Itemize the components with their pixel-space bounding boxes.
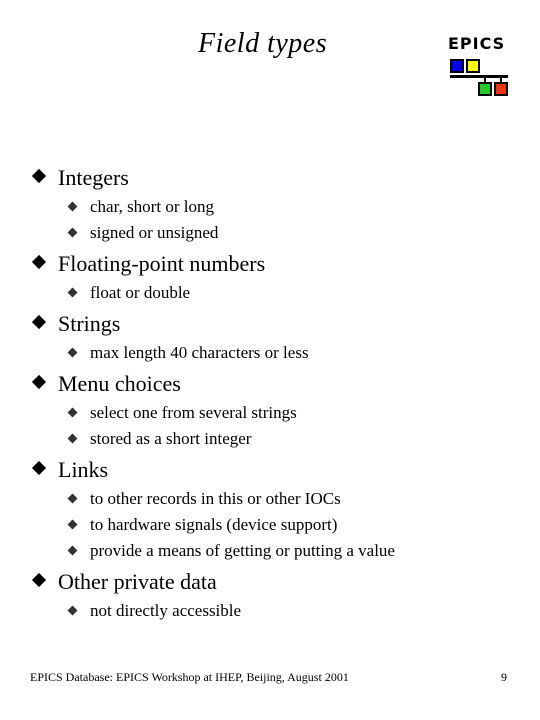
- bullet-item: Links: [31, 457, 520, 482]
- epics-logo: EPICS: [446, 34, 516, 100]
- bullet-item: Menu choices: [31, 371, 520, 396]
- sub-bullet-label: char, short or long: [90, 197, 214, 216]
- sub-bullet-label: provide a means of getting or putting a …: [90, 541, 395, 560]
- bullet-label: Menu choices: [58, 371, 181, 396]
- bullet-label: Integers: [58, 165, 129, 190]
- logo-text: EPICS: [448, 34, 506, 53]
- sub-bullet-label: select one from several strings: [90, 403, 297, 422]
- logo-blue-square: [450, 59, 464, 73]
- sub-bullet-item: max length 40 characters or less: [34, 344, 520, 362]
- small-diamond-bullet-icon: [67, 545, 78, 556]
- bullet-label: Floating-point numbers: [58, 251, 266, 276]
- sub-bullet-label: stored as a short integer: [90, 429, 252, 448]
- small-diamond-bullet-icon: [67, 201, 78, 212]
- sub-bullet-item: not directly accessible: [34, 602, 520, 620]
- small-diamond-bullet-icon: [67, 287, 78, 298]
- small-diamond-bullet-icon: [67, 605, 78, 616]
- bullet-label: Links: [58, 457, 109, 482]
- small-diamond-bullet-icon: [67, 433, 78, 444]
- small-diamond-bullet-icon: [67, 227, 78, 238]
- diamond-bullet-icon: [31, 168, 47, 184]
- sub-bullet-label: float or double: [90, 283, 191, 302]
- sub-bullet-item: to other records in this or other IOCs: [34, 490, 520, 508]
- diamond-bullet-icon: [31, 460, 47, 476]
- bullet-label: Other private data: [58, 569, 217, 594]
- sub-bullet-item: stored as a short integer: [34, 430, 520, 448]
- sub-bullet-label: to hardware signals (device support): [90, 515, 338, 534]
- sub-bullet-item: float or double: [34, 284, 520, 302]
- sub-bullet-label: signed or unsigned: [90, 223, 219, 242]
- sub-bullet-item: signed or unsigned: [34, 224, 520, 242]
- page-number: 9: [501, 670, 507, 684]
- sub-bullet-item: char, short or long: [34, 198, 520, 216]
- slide-title: Field types: [198, 28, 328, 59]
- logo-yellow-square: [466, 59, 480, 73]
- sub-bullet-label: not directly accessible: [90, 601, 242, 620]
- sub-bullet-label: to other records in this or other IOCs: [90, 489, 341, 508]
- bullet-item: Other private data: [31, 569, 520, 594]
- small-diamond-bullet-icon: [67, 493, 78, 504]
- footer-text: EPICS Database: EPICS Workshop at IHEP, …: [30, 670, 349, 684]
- diamond-bullet-icon: [31, 314, 47, 330]
- diamond-bullet-icon: [31, 572, 47, 588]
- bullet-item: Floating-point numbers: [31, 251, 520, 276]
- logo-red-square: [494, 82, 508, 96]
- logo-green-square: [478, 82, 492, 96]
- bullet-item: Integers: [31, 165, 520, 190]
- bullet-label: Strings: [58, 311, 121, 336]
- sub-bullet-item: select one from several strings: [34, 404, 520, 422]
- diamond-bullet-icon: [31, 374, 47, 390]
- small-diamond-bullet-icon: [67, 407, 78, 418]
- small-diamond-bullet-icon: [67, 519, 78, 530]
- bullet-list: Integers char, short or long signed or uns…: [31, 165, 520, 628]
- diamond-bullet-icon: [31, 254, 47, 270]
- sub-bullet-item: to hardware signals (device support): [34, 516, 520, 534]
- small-diamond-bullet-icon: [67, 347, 78, 358]
- bullet-item: Strings: [31, 311, 520, 336]
- sub-bullet-label: max length 40 characters or less: [90, 343, 309, 362]
- sub-bullet-item: provide a means of getting or putting a …: [34, 542, 520, 560]
